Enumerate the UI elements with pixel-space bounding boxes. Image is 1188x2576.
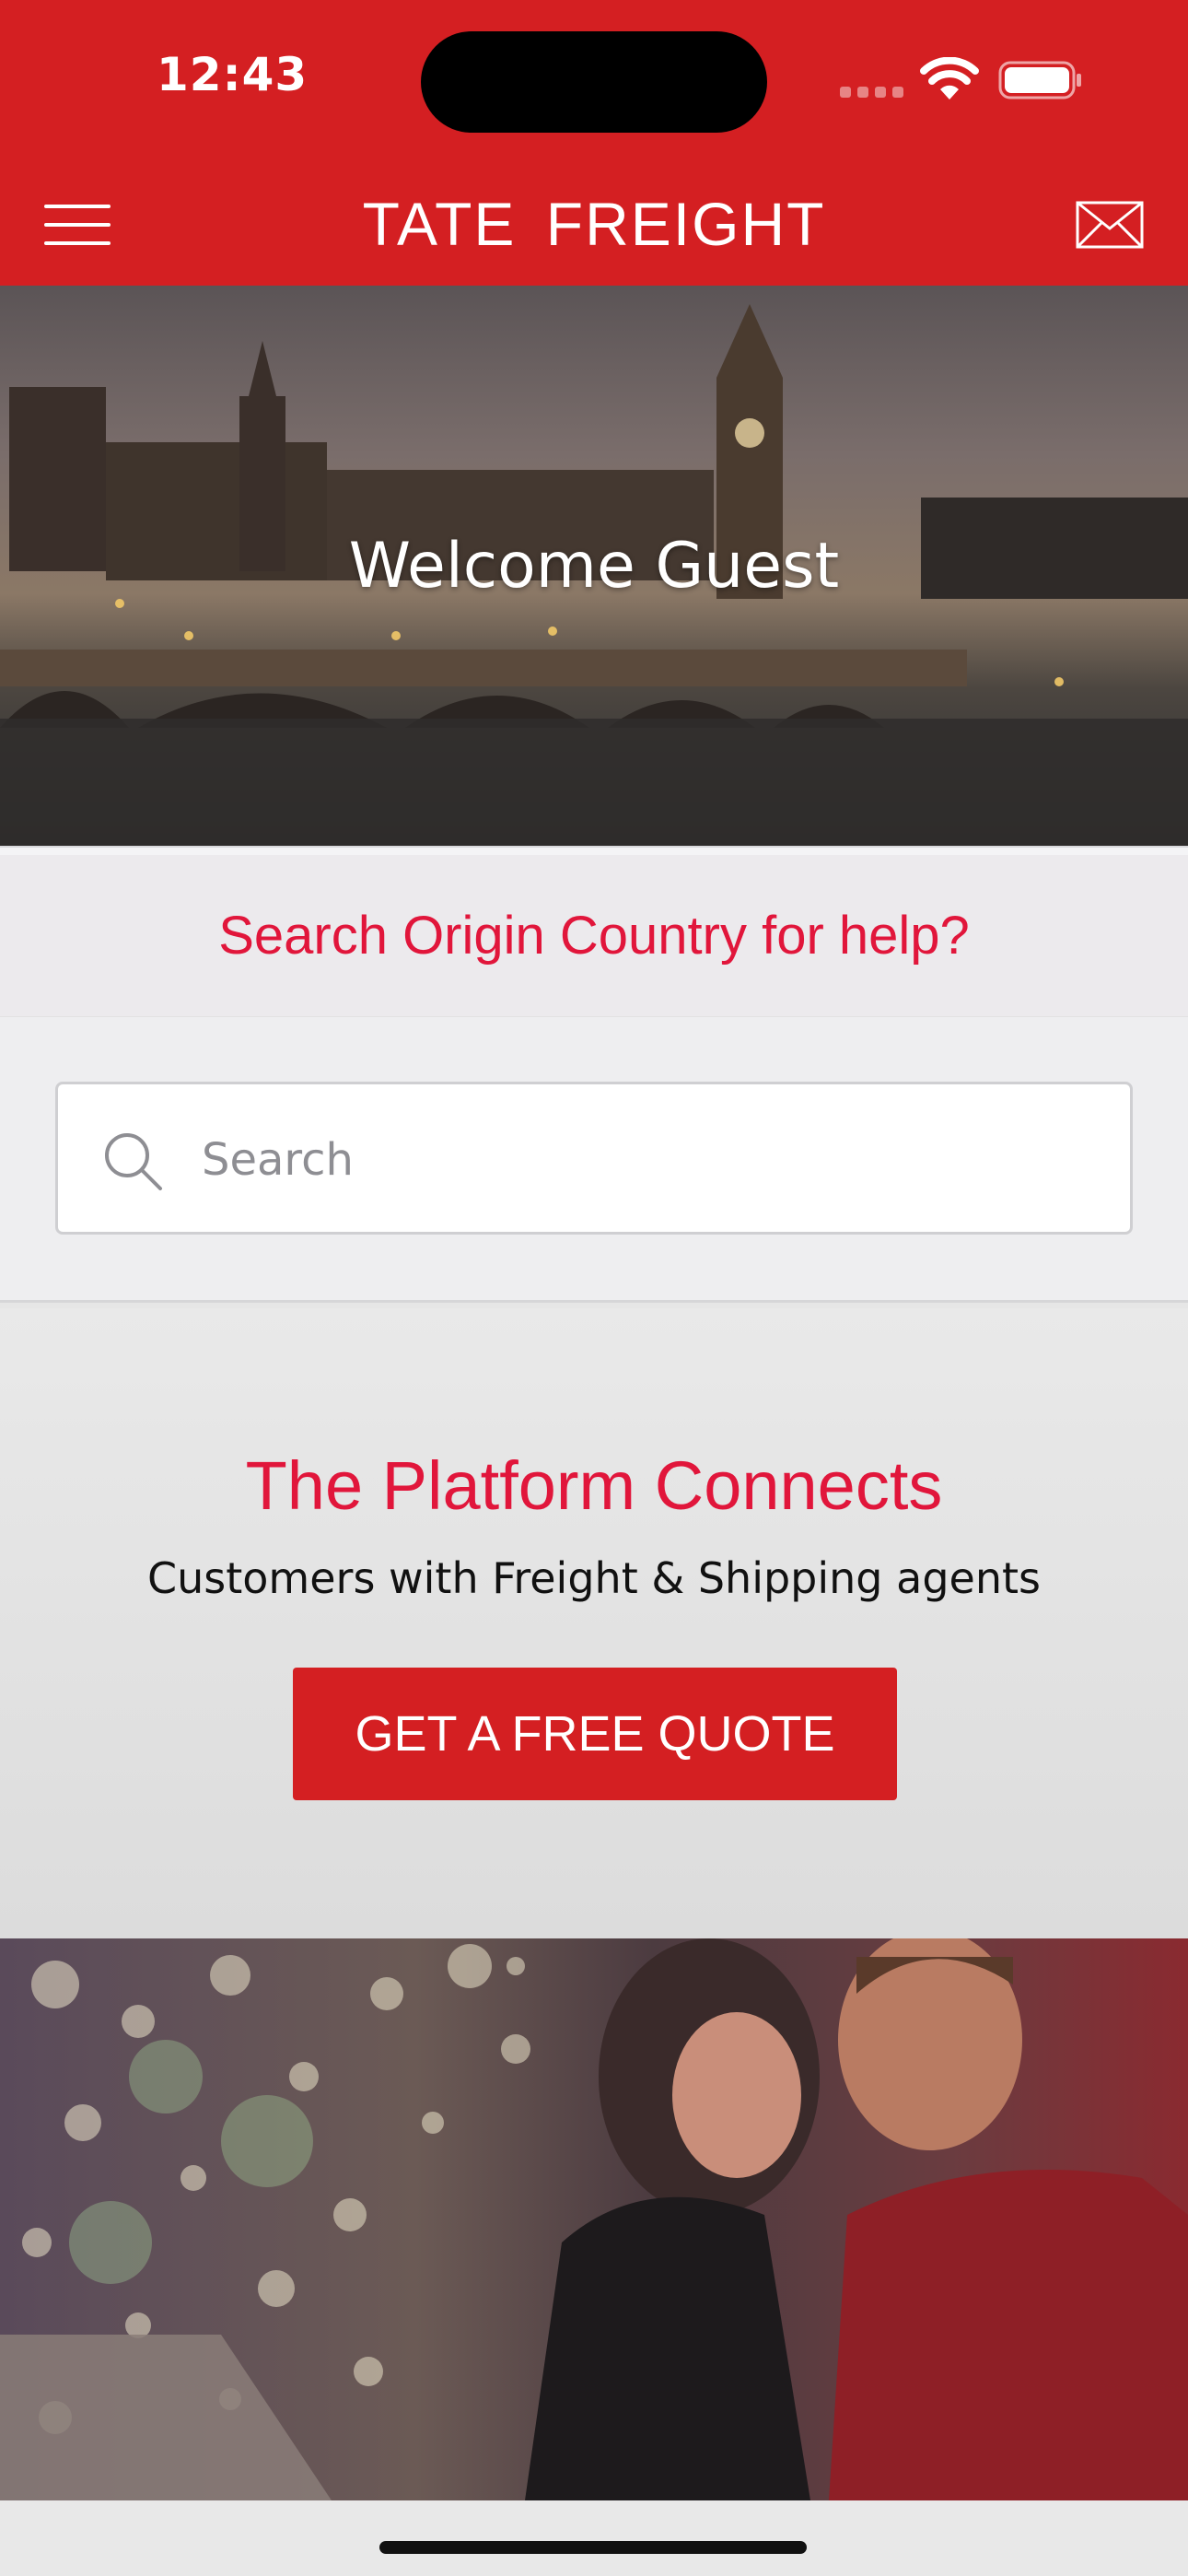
section-divider — [0, 846, 1188, 855]
home-indicator[interactable] — [379, 2541, 807, 2554]
search-section: Search — [0, 1017, 1188, 1303]
cellular-signal-icon — [840, 85, 904, 98]
promo-section: The Platform Connects Customers with Fre… — [0, 1308, 1188, 1938]
home-bar — [0, 2500, 1188, 2576]
wifi-icon — [920, 57, 979, 100]
promo-title: The Platform Connects — [245, 1447, 943, 1524]
envelope-icon[interactable] — [1076, 201, 1144, 249]
app-header: 12:43 TATE FREIGHT — [0, 0, 1188, 286]
couple-photo — [0, 1938, 1188, 2500]
battery-icon — [998, 61, 1081, 100]
get-free-quote-button[interactable]: GET A FREE QUOTE — [293, 1668, 897, 1800]
couple-laptop-image — [0, 1938, 1188, 2500]
search-icon — [105, 1133, 162, 1190]
search-prompt-text: Search Origin Country for help? — [218, 906, 970, 966]
app-title: TATE FREIGHT — [362, 190, 826, 258]
search-input[interactable]: Search — [55, 1082, 1133, 1235]
status-time: 12:43 — [157, 48, 309, 101]
search-placeholder: Search — [202, 1134, 354, 1186]
welcome-heading: Welcome Guest — [348, 530, 840, 603]
promo-subtitle: Customers with Freight & Shipping agents — [147, 1553, 1041, 1603]
hero-banner: Welcome Guest — [0, 286, 1188, 846]
dynamic-island — [421, 31, 767, 133]
search-prompt-section: Search Origin Country for help? — [0, 855, 1188, 1017]
